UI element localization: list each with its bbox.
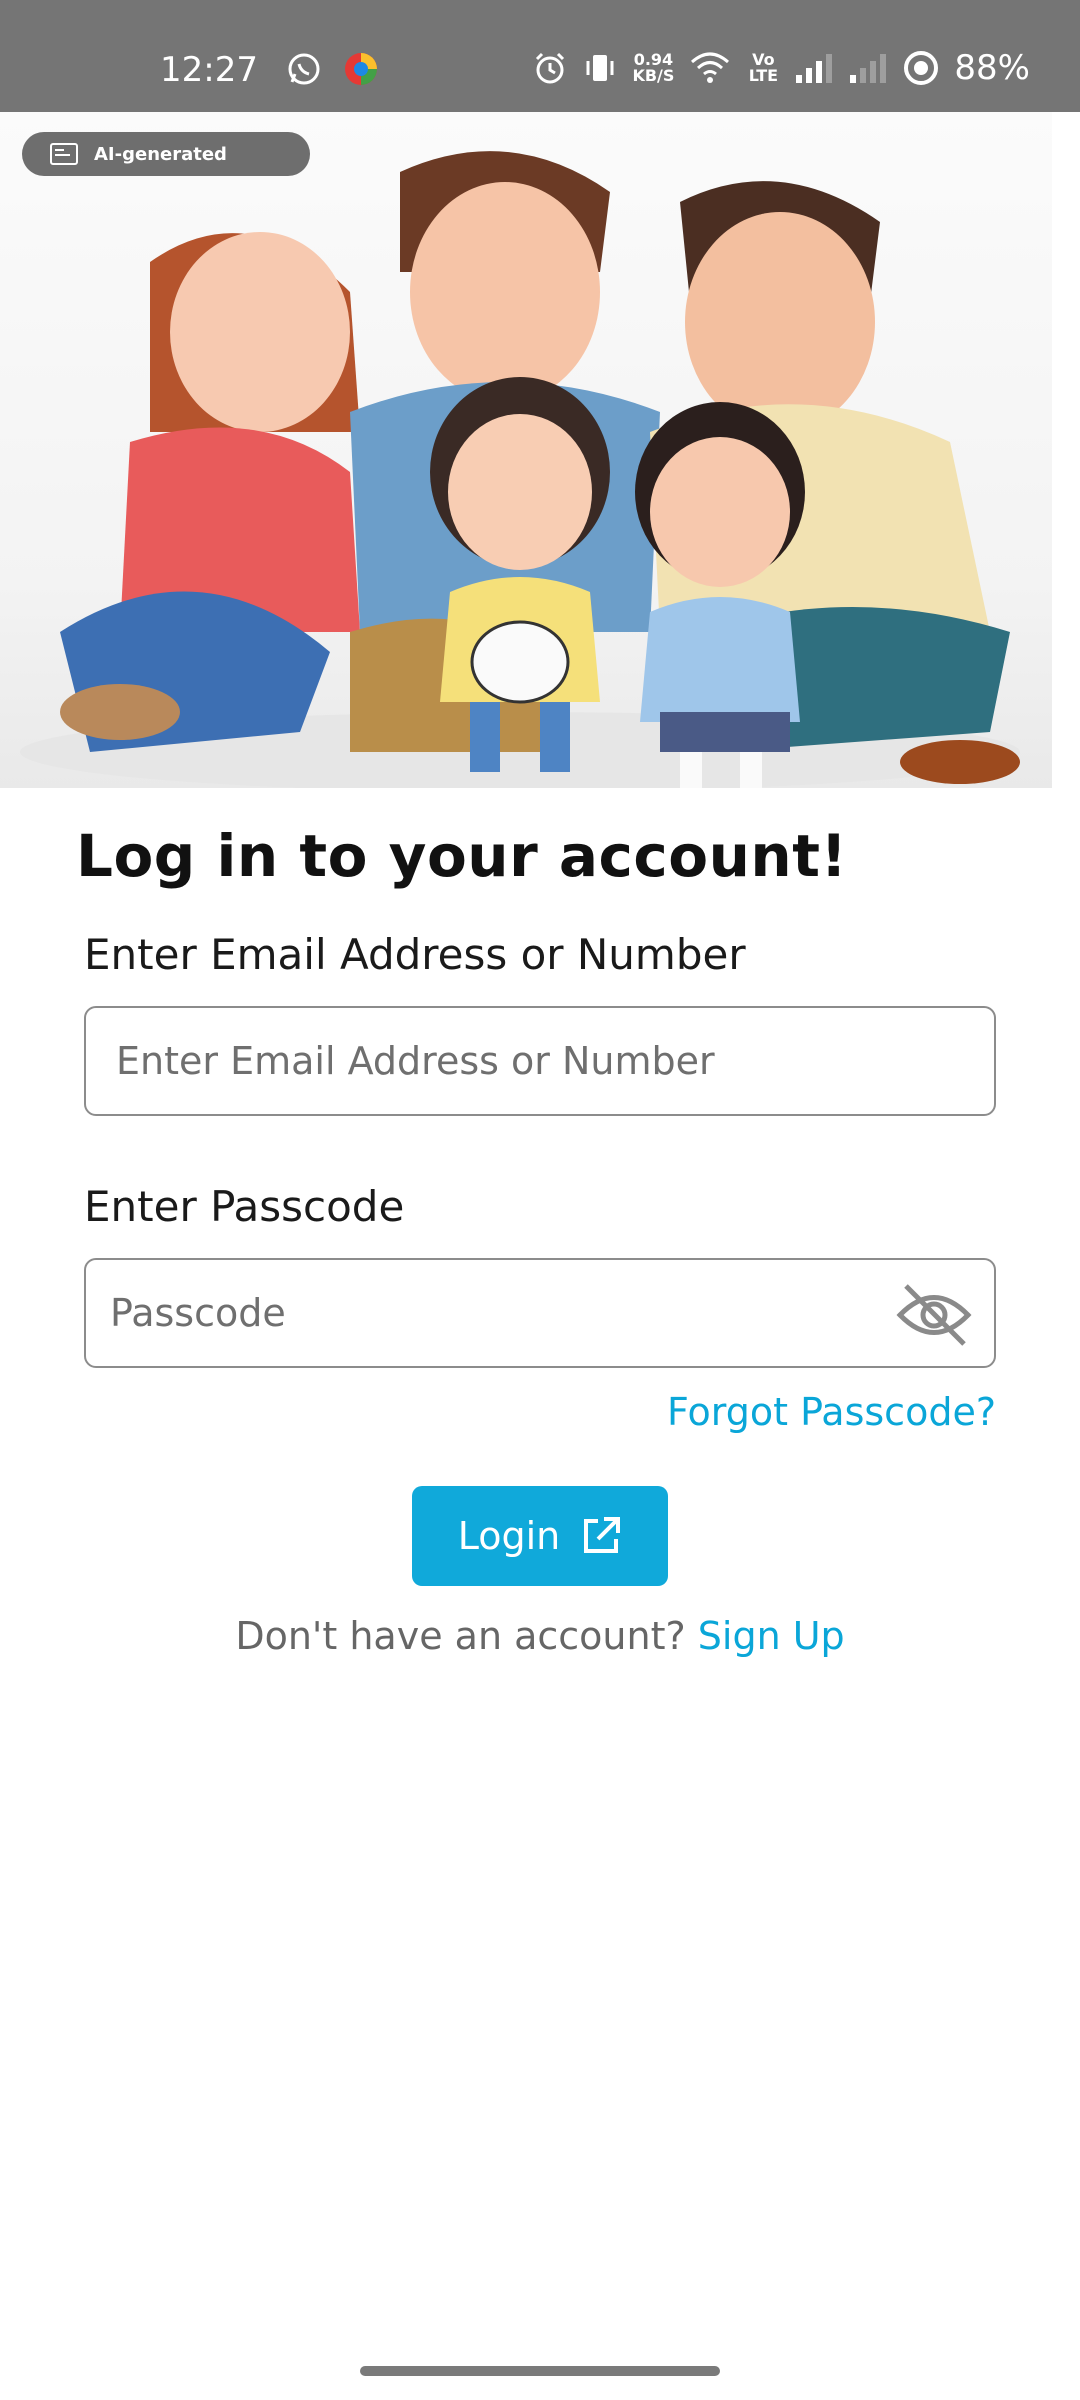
family-illustration bbox=[20, 151, 1020, 788]
browser-icon bbox=[345, 53, 377, 85]
login-button[interactable]: Login bbox=[412, 1486, 668, 1586]
signal-2-icon bbox=[850, 54, 887, 83]
passcode-field-container bbox=[84, 1258, 996, 1368]
network-speed: 0.94 KB/S bbox=[632, 52, 674, 84]
no-account-text: Don't have an account? bbox=[235, 1614, 686, 1658]
external-link-icon bbox=[584, 1517, 621, 1553]
eye-off-icon[interactable] bbox=[894, 1280, 974, 1350]
email-label: Enter Email Address or Number bbox=[84, 930, 746, 979]
forgot-passcode-link[interactable]: Forgot Passcode? bbox=[667, 1390, 996, 1434]
email-field[interactable] bbox=[86, 1008, 994, 1114]
mother-figure bbox=[60, 232, 360, 752]
ai-badge-label: AI-generated bbox=[94, 143, 227, 165]
battery-saver-icon bbox=[904, 51, 939, 85]
home-indicator[interactable] bbox=[360, 2366, 720, 2376]
volte-label: Vo LTE bbox=[748, 50, 779, 85]
ai-generated-badge: AI-generated bbox=[22, 132, 310, 176]
alarm-icon bbox=[536, 52, 565, 84]
network-speed-unit: KB/S bbox=[632, 66, 675, 85]
signup-prompt: Don't have an account? Sign Up bbox=[0, 1614, 1080, 1658]
passcode-label: Enter Passcode bbox=[84, 1182, 405, 1231]
wifi-icon bbox=[691, 52, 730, 83]
vibrate-icon bbox=[586, 55, 614, 81]
image-icon bbox=[50, 143, 78, 165]
system-status-icons: 0.94 KB/S Vo LTE 88% bbox=[532, 48, 1030, 88]
status-bar: 12:27 0.94 KB/S Vo LTE 88% bbox=[0, 0, 1080, 112]
hero-image: AI-generated bbox=[0, 112, 1052, 788]
notification-icons bbox=[286, 50, 380, 88]
signal-icon bbox=[796, 54, 833, 83]
login-button-label: Login bbox=[457, 1514, 561, 1558]
email-field-container bbox=[84, 1006, 996, 1116]
sign-up-link[interactable]: Sign Up bbox=[698, 1614, 845, 1658]
passcode-field[interactable] bbox=[86, 1260, 994, 1366]
battery-percent: 88% bbox=[954, 48, 1030, 88]
whatsapp-icon bbox=[288, 53, 320, 85]
page-title: Log in to your account! bbox=[76, 822, 848, 890]
status-time: 12:27 bbox=[160, 50, 258, 90]
